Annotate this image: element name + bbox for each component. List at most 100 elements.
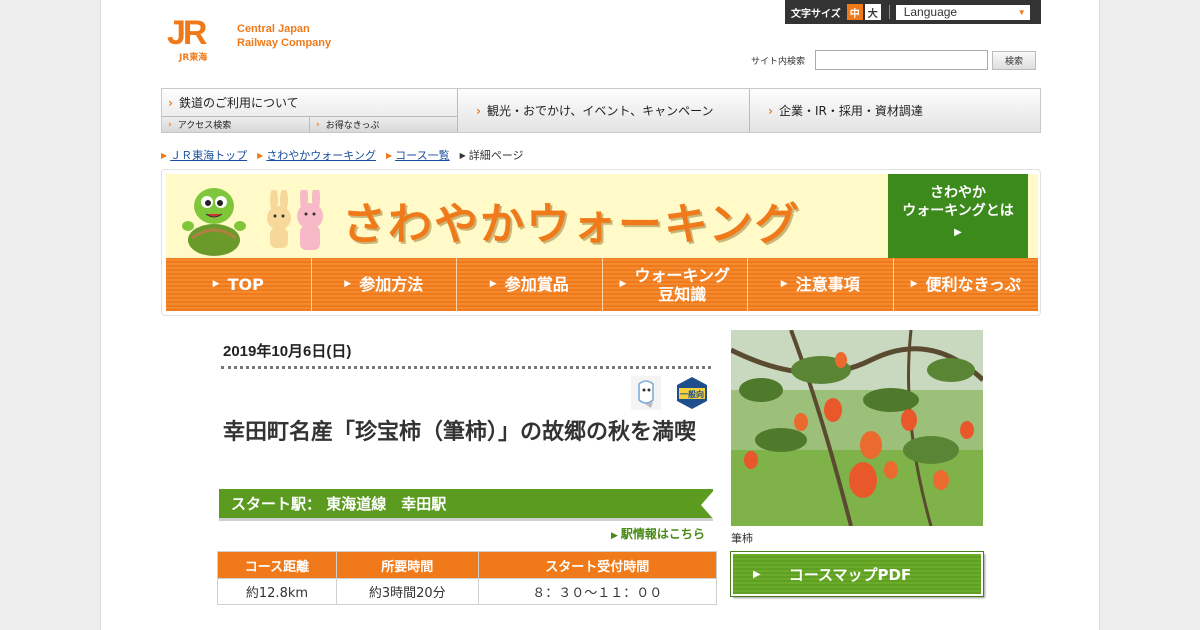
banner-header: さわやかウォーキング さわやか ウォーキングとは ▶ [166,174,1038,264]
font-size-label: 文字サイズ [791,8,841,20]
walking-nav-tickets[interactable]: ▶ 便利なきっぷ [894,258,1039,311]
triangle-right-icon: ▶ [161,150,168,160]
gnav-sightseeing-label: 観光・おでかけ、イベント、キャンペーン [486,104,714,118]
walking-nav: ▶ TOP ▶ 参加方法 ▶ 参加賞品 ▶ ウォーキング 豆知識 ▶ 注意事項 [166,258,1038,311]
table-header: スタート受付時間 [477,551,718,579]
ghost-character-icon [631,376,661,410]
triangle-right-icon: ▶ [954,227,962,238]
language-select-label: Language [903,5,958,19]
gnav-rail-usage[interactable]: › 鉄道のご利用について [162,89,457,117]
breadcrumb-item: ▶ さわやかウォーキング [257,147,376,163]
station-info-label: 駅情報はこちら [620,527,705,541]
chevron-right-icon: › [168,119,172,130]
about-line-2: ウォーキングとは [902,203,1014,219]
site-search: サイト内検索 検索 [751,50,1037,70]
breadcrumb: ▶ ＪＲ東海トップ ▶ さわやかウォーキング ▶ コース一覧 ▶ 詳細ページ [161,147,534,163]
gnav-rail-group: › 鉄道のご利用について › アクセス検索 › お得なきっぷ [162,89,458,132]
table-cell-distance: 約12.8km [217,578,337,605]
course-map-pdf-label: コースマップPDF [788,565,912,584]
triangle-right-icon: ▶ [611,531,618,541]
turtle-mascot-illustration [182,188,246,256]
jr-central-logo[interactable]: JR JR東海 Central Japan Railway Company [165,16,331,64]
walking-nav-how-label: 参加方法 [359,275,424,294]
divider [888,5,890,19]
gnav-corporate-label: 企業・IR・採用・資材調達 [778,104,923,118]
search-input[interactable] [815,50,989,70]
logo-mark-text: JR [167,14,208,52]
walking-nav-caution-label: 注意事項 [795,275,860,294]
triangle-right-icon: ▶ [344,279,352,289]
event-date: 2019年10月6日(日) [223,343,352,360]
triangle-right-icon: ▶ [459,150,466,160]
walking-nav-tickets-label: 便利なきっぷ [925,275,1021,294]
logo-wordmark: Central Japan Railway Company [237,22,331,50]
breadcrumb-current: ▶ 詳細ページ [460,147,524,163]
gnav-rail-label: 鉄道のご利用について [178,96,299,110]
station-info-link[interactable]: ▶ 駅情報はこちら [611,525,705,542]
about-walking-button[interactable]: さわやか ウォーキングとは ▶ [888,174,1028,264]
chevron-right-icon: › [768,103,773,118]
walking-banner: さわやかウォーキング さわやか ウォーキングとは ▶ ▶ TOP ▶ 参加方法 … [161,169,1041,316]
photo-caption: 筆柿 [731,532,753,545]
search-label: サイト内検索 [751,56,806,67]
general-audience-badge: 一般向 [677,377,707,409]
course-info-table: コース距離 所要時間 スタート受付時間 約12.8km 約3時間20分 ８：３０… [217,551,718,605]
table-header: 所要時間 [335,551,479,579]
walking-nav-top[interactable]: ▶ TOP [166,258,312,311]
walking-nav-tips[interactable]: ▶ ウォーキング 豆知識 [603,258,748,311]
chevron-down-icon: ▼ [1017,7,1026,17]
breadcrumb-link-courses[interactable]: コース一覧 [395,147,449,163]
table-cell-start-time: ８：３０～１１：００ [477,578,718,605]
banner-title: さわやかウォーキング [342,199,801,250]
chevron-right-icon: › [476,103,481,118]
page: JR JR東海 Central Japan Railway Company 文字… [100,0,1100,630]
walking-nav-caution[interactable]: ▶ 注意事項 [748,258,894,311]
breadcrumb-link-walking[interactable]: さわやかウォーキング [266,147,376,163]
chevron-right-icon: › [168,95,173,110]
tips-line-2: 豆知識 [658,284,707,304]
chevron-right-icon: › [316,119,320,130]
table-header-row: コース距離 所要時間 スタート受付時間 [217,551,718,579]
triangle-right-icon: ▶ [385,150,393,160]
rabbit-mascots-illustration [267,190,323,250]
dotted-divider [221,366,711,369]
gnav-access-label: アクセス検索 [177,121,232,131]
tips-line-1: ウォーキング [634,265,730,285]
jr-logo-mark: JR JR東海 [165,16,227,64]
walking-nav-top-label: TOP [227,275,264,294]
breadcrumb-item: ▶ コース一覧 [386,147,450,163]
event-title: 幸田町名産「珍宝柿（筆柿）」の故郷の秋を満喫 [223,420,697,445]
logo-line-1: Central Japan [237,23,310,35]
walking-nav-prizes-label: 参加賞品 [504,275,569,294]
language-select[interactable]: Language ▼ [895,4,1030,20]
start-station-label: スタート駅： 東海道線 幸田駅 [231,495,447,513]
gnav-discount-tickets[interactable]: › お得なきっぷ [310,117,457,132]
gnav-tickets-label: お得なきっぷ [325,121,380,131]
gnav-sightseeing[interactable]: › 観光・おでかけ、イベント、キャンペーン [458,89,750,132]
breadcrumb-link-top[interactable]: ＪＲ東海トップ [170,147,247,163]
table-cell-duration: 約3時間20分 [335,578,479,605]
gnav-corporate[interactable]: › 企業・IR・採用・資材調達 [750,89,1040,132]
gnav-rail-subitems: › アクセス検索 › お得なきっぷ [162,117,457,132]
triangle-right-icon: ▶ [212,279,220,289]
font-size-medium-button[interactable]: 中 [846,4,863,20]
breadcrumb-item: ▶ ＪＲ東海トップ [161,147,247,163]
about-line-1: さわやか [930,185,986,201]
triangle-right-icon: ▶ [257,150,264,160]
font-size-large-button[interactable]: 大 [864,4,881,20]
logo-sub-text: JR東海 [179,53,208,63]
global-nav: › 鉄道のご利用について › アクセス検索 › お得なきっぷ › 観光・おでかけ… [161,88,1041,133]
logo-line-2: Railway Company [237,37,332,49]
search-button[interactable]: 検索 [992,50,1037,70]
breadcrumb-current-label: 詳細ページ [468,149,524,162]
walking-nav-how-to-join[interactable]: ▶ 参加方法 [312,258,457,311]
triangle-right-icon: ▶ [489,279,497,289]
gnav-access-search[interactable]: › アクセス検索 [162,117,310,132]
walking-nav-tips-label: ウォーキング 豆知識 [634,266,730,304]
triangle-right-icon: ▶ [619,279,627,289]
utility-bar: 文字サイズ 中 大 Language ▼ [785,0,1041,24]
course-map-pdf-button[interactable]: ▶ コースマップPDF [730,551,984,597]
walking-nav-prizes[interactable]: ▶ 参加賞品 [457,258,603,311]
triangle-right-icon: ▶ [910,279,918,289]
triangle-right-icon: ▶ [780,279,788,289]
